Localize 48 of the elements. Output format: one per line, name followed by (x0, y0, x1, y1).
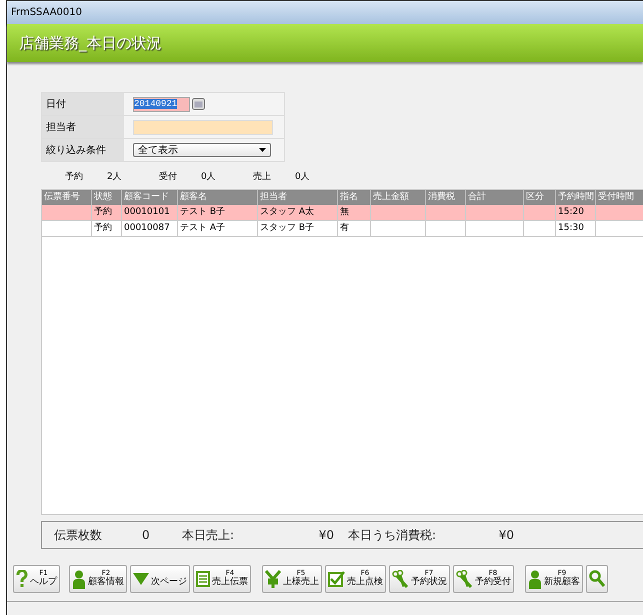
list-icon (196, 571, 210, 587)
count-value: 0人 (201, 170, 217, 182)
summary-value: ¥0 (498, 528, 514, 542)
scissors-icon (456, 570, 473, 588)
field-label: 日付 (42, 93, 124, 115)
count-value: 0人 (295, 170, 311, 182)
summary-label: 本日売上: (182, 526, 236, 544)
down-triangle-icon (133, 573, 149, 585)
table-row[interactable]: 予約 00010101 テスト B子 スタッフ A太 無 15:20 (42, 205, 643, 221)
table-cell: テスト B子 (180, 207, 226, 217)
count-label: 受付 (159, 170, 178, 182)
dropdown-arrow-icon (259, 148, 266, 152)
table-cell: 15:30 (558, 223, 584, 233)
table-cell: 予約 (94, 223, 112, 233)
function-key-button[interactable] (586, 565, 608, 593)
table-cell: 無 (340, 207, 349, 217)
summary-value: ¥0 (318, 528, 334, 542)
search-icon (589, 570, 605, 588)
field-label: 絞り込み条件 (42, 139, 124, 161)
input-field[interactable] (133, 120, 273, 134)
table-cell: 00010087 (124, 223, 170, 233)
page-title: 店舗業務_本日の状況 (19, 34, 162, 52)
checkbox-icon (328, 571, 345, 587)
calendar-icon[interactable] (192, 98, 205, 110)
function-key-button[interactable]: 次ページ (130, 565, 190, 593)
table-cell: テスト A子 (180, 223, 226, 233)
date-field[interactable]: 20140921 (133, 96, 190, 112)
table-row[interactable]: 予約 00010087 テスト A子 スタッフ B子 有 15:30 (42, 221, 643, 237)
person-icon (72, 570, 86, 588)
table-cell: 予約 (94, 207, 112, 217)
table-cell: 有 (340, 223, 349, 233)
field-label: 担当者 (42, 116, 124, 138)
yen-icon (265, 570, 281, 588)
window-title: FrmSSAA0010 (11, 7, 82, 18)
person-icon (528, 570, 542, 588)
table-cell: スタッフ A太 (260, 207, 314, 217)
count-label: 予約 (65, 170, 84, 182)
question-mark-icon (16, 570, 28, 588)
table-cell: 15:20 (558, 207, 584, 217)
summary-value: 0 (142, 528, 151, 542)
table-cell: スタッフ B子 (260, 223, 314, 233)
dropdown[interactable]: 全て表示 (133, 143, 271, 157)
scissors-icon (392, 570, 409, 588)
summary-label: 伝票枚数 (54, 526, 103, 544)
count-value: 2人 (107, 170, 123, 182)
table-cell: 00010101 (124, 207, 170, 217)
summary-label: 本日うち消費税: (348, 526, 438, 544)
count-label: 売上 (253, 170, 272, 182)
